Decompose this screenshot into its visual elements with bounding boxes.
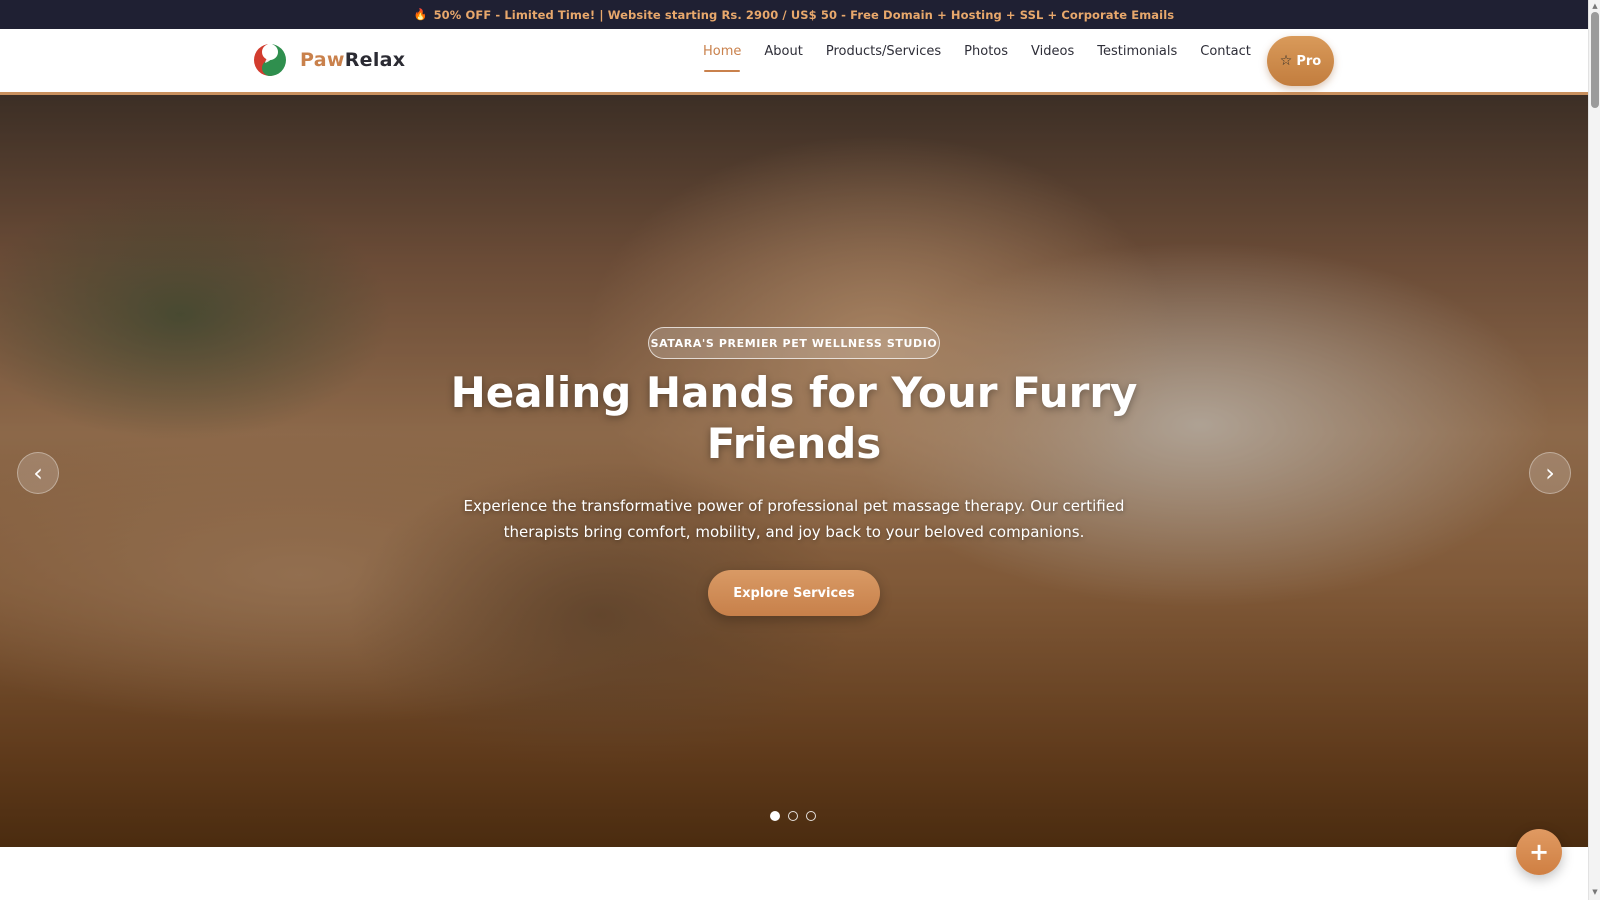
nav-about[interactable]: About (764, 44, 802, 72)
nav-products-services[interactable]: Products/Services (826, 44, 941, 72)
brand-name-relax: Relax (344, 49, 406, 71)
pro-button[interactable]: ☆ Pro (1267, 36, 1334, 86)
logo-icon (254, 44, 286, 76)
hero-slider: SATARA'S PREMIER PET WELLNESS STUDIO Hea… (0, 95, 1588, 847)
slider-dot-3[interactable] (806, 811, 816, 821)
fire-icon: 🔥 (413, 8, 428, 21)
next-section (0, 847, 1588, 900)
page-scrollbar[interactable]: ▲ ▼ (1588, 0, 1600, 900)
nav-testimonials[interactable]: Testimonials (1097, 44, 1177, 72)
scroll-up-arrow-icon[interactable]: ▲ (1591, 2, 1599, 10)
promo-banner: 🔥 50% OFF - Limited Time! | Website star… (0, 0, 1588, 29)
hero-title: Healing Hands for Your Furry Friends (450, 368, 1138, 468)
site-header: PawRelax Home About Products/Services Ph… (0, 29, 1588, 95)
brand-name-paw: Paw (300, 49, 345, 71)
slider-prev-button[interactable]: ‹ (17, 452, 59, 494)
main-navigation: Home About Products/Services Photos Vide… (703, 44, 1274, 72)
hero-content: SATARA'S PREMIER PET WELLNESS STUDIO Hea… (0, 95, 1588, 847)
scrollbar-thumb[interactable] (1591, 12, 1599, 108)
slider-dots (770, 811, 824, 821)
nav-photos[interactable]: Photos (964, 44, 1008, 72)
plus-icon: + (1528, 838, 1550, 866)
nav-videos[interactable]: Videos (1031, 44, 1074, 72)
slider-dot-2[interactable] (788, 811, 798, 821)
site-logo[interactable]: PawRelax (253, 43, 405, 77)
chevron-right-icon: › (1545, 459, 1555, 487)
nav-home[interactable]: Home (703, 44, 741, 72)
brand-name: PawRelax (300, 49, 405, 71)
floating-action-button[interactable]: + (1516, 829, 1562, 875)
nav-contact[interactable]: Contact (1200, 44, 1251, 72)
scroll-down-arrow-icon[interactable]: ▼ (1591, 888, 1599, 896)
slider-dot-1[interactable] (770, 811, 780, 821)
slider-next-button[interactable]: › (1529, 452, 1571, 494)
pro-button-label: Pro (1296, 53, 1322, 69)
hero-subtitle: Experience the transformative power of p… (463, 497, 1125, 541)
hero-badge: SATARA'S PREMIER PET WELLNESS STUDIO (648, 327, 940, 359)
explore-services-button[interactable]: Explore Services (708, 570, 880, 616)
star-icon: ☆ (1279, 53, 1293, 69)
chevron-left-icon: ‹ (33, 459, 43, 487)
promo-text: 50% OFF - Limited Time! | Website starti… (433, 7, 1175, 22)
